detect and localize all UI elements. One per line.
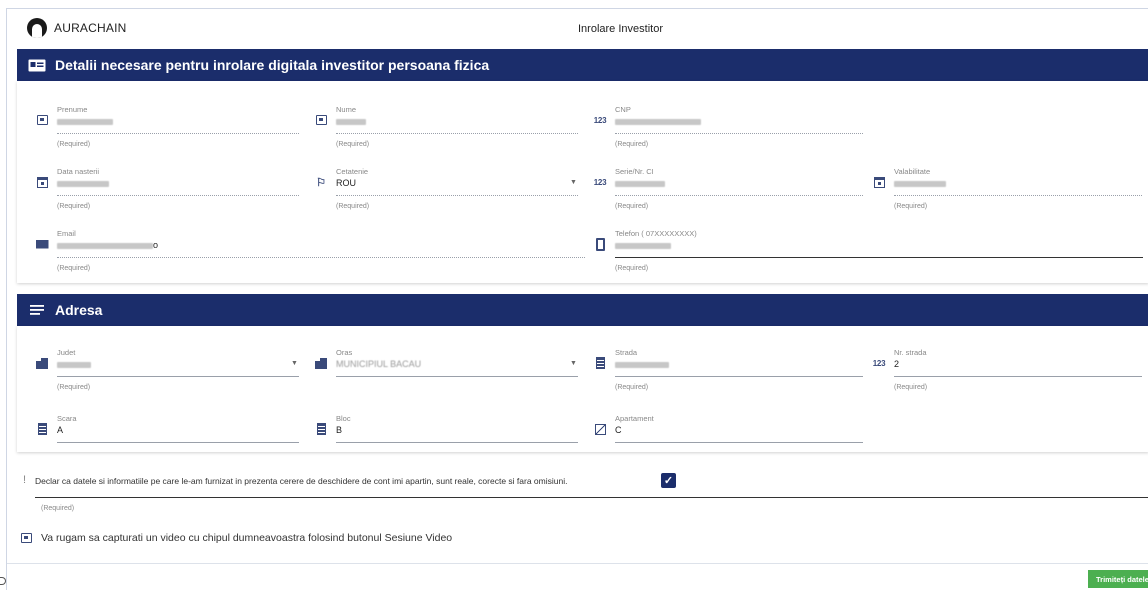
data-nasterii-input[interactable] bbox=[57, 178, 109, 188]
prenume-input[interactable] bbox=[57, 116, 113, 126]
field-label: Prenume bbox=[57, 105, 88, 114]
numeric-icon: 123 bbox=[872, 358, 886, 368]
section-title: Adresa bbox=[55, 302, 103, 318]
nume-input[interactable] bbox=[336, 116, 366, 126]
field-help: (Required) bbox=[336, 203, 370, 210]
field-help: (Required) bbox=[615, 384, 649, 391]
redacted-value bbox=[57, 242, 153, 249]
exclamation-icon: ! bbox=[23, 474, 27, 486]
apartament-input[interactable]: C bbox=[615, 425, 622, 435]
field-help: (Required) bbox=[615, 141, 649, 148]
address-header: Adresa bbox=[17, 294, 1148, 326]
declaration-checkbox[interactable]: ✓ bbox=[661, 473, 676, 488]
field-label: Bloc bbox=[336, 414, 351, 423]
apartment-icon bbox=[593, 422, 607, 436]
field-help: (Required) bbox=[894, 203, 928, 210]
field-help: (Required) bbox=[336, 141, 370, 148]
redacted-value bbox=[615, 118, 701, 125]
declaration-text: Declar ca datele si informatiile pe care… bbox=[35, 476, 568, 486]
field-label: CNP bbox=[615, 105, 631, 114]
redacted-value bbox=[894, 180, 946, 187]
oras-select[interactable]: MUNICIPIUL BACAU bbox=[336, 359, 421, 369]
address-card: Judet ▼ (Required) Oras MUNICIPIUL BACAU… bbox=[17, 326, 1148, 452]
contact-card-icon bbox=[314, 113, 328, 127]
redacted-value bbox=[57, 118, 113, 125]
serie-ci-input[interactable] bbox=[615, 178, 665, 188]
city-icon bbox=[35, 356, 49, 370]
id-card-icon bbox=[28, 58, 46, 72]
field-label: Judet bbox=[57, 348, 76, 357]
nr-strada-input[interactable]: 2 bbox=[894, 359, 899, 369]
page-title: Inrolare Investitor bbox=[578, 23, 663, 35]
flag-icon: ⚐ bbox=[316, 176, 326, 189]
personal-details-header: Detalii necesare pentru inrolare digital… bbox=[17, 49, 1148, 81]
email-input[interactable]: o bbox=[57, 240, 158, 250]
field-label: Telefon ( 07XXXXXXXX) bbox=[615, 229, 697, 238]
field-help: (Required) bbox=[615, 203, 649, 210]
building-icon bbox=[593, 356, 607, 370]
numeric-icon: 123 bbox=[593, 115, 607, 125]
top-bar: AURACHAIN Inrolare Investitor bbox=[7, 9, 1148, 47]
menu-lines-icon bbox=[28, 303, 46, 317]
phone-icon bbox=[593, 237, 607, 251]
field-label: Oras bbox=[336, 348, 353, 357]
redacted-value bbox=[615, 242, 671, 249]
field-label: Valabilitate bbox=[894, 167, 931, 176]
building-icon bbox=[314, 422, 328, 436]
numeric-icon: 123 bbox=[593, 177, 607, 187]
redacted-value bbox=[615, 180, 665, 187]
cetatenie-select[interactable]: ROU bbox=[336, 178, 356, 188]
calendar-icon bbox=[35, 175, 49, 189]
judet-select[interactable] bbox=[57, 359, 91, 369]
declaration-underline bbox=[35, 497, 1148, 498]
redacted-value bbox=[615, 361, 669, 368]
email-suffix: o bbox=[153, 240, 159, 250]
field-label: Strada bbox=[615, 348, 638, 357]
field-help: (Required) bbox=[57, 203, 91, 210]
dropdown-arrow-icon[interactable]: ▼ bbox=[291, 360, 298, 367]
bloc-input[interactable]: B bbox=[336, 425, 342, 435]
city-icon bbox=[314, 356, 328, 370]
contact-card-icon bbox=[19, 531, 33, 545]
field-label: Apartament bbox=[615, 414, 654, 423]
scara-input[interactable]: A bbox=[57, 425, 63, 435]
field-help: (Required) bbox=[57, 265, 91, 272]
strada-input[interactable] bbox=[615, 359, 669, 369]
calendar-icon bbox=[872, 175, 886, 189]
valabilitate-input[interactable] bbox=[894, 178, 946, 188]
redacted-value bbox=[57, 361, 91, 368]
field-help: (Required) bbox=[615, 265, 649, 272]
submit-button[interactable]: Trimiteți datele bbox=[1088, 570, 1148, 588]
field-label: Email bbox=[57, 229, 76, 238]
field-label: Nume bbox=[336, 105, 357, 114]
field-label: Cetatenie bbox=[336, 167, 369, 176]
section-title: Detalii necesare pentru inrolare digital… bbox=[55, 57, 490, 73]
dropdown-arrow-icon[interactable]: ▼ bbox=[570, 179, 577, 186]
field-help: (Required) bbox=[894, 384, 928, 391]
field-help: (Required) bbox=[57, 384, 91, 391]
contact-card-icon bbox=[35, 113, 49, 127]
field-label: Data nasterii bbox=[57, 167, 100, 176]
video-note-text: Va rugam sa capturati un video cu chipul… bbox=[41, 532, 453, 544]
field-help: (Required) bbox=[57, 141, 91, 148]
field-label: Nr. strada bbox=[894, 348, 927, 357]
building-icon bbox=[35, 422, 49, 436]
cnp-input[interactable] bbox=[615, 116, 701, 126]
dropdown-arrow-icon[interactable]: ▼ bbox=[570, 360, 577, 367]
declaration-help: (Required) bbox=[41, 505, 75, 512]
telefon-input[interactable] bbox=[615, 240, 671, 250]
app-frame: AURACHAIN Inrolare Investitor Detalii ne… bbox=[6, 8, 1148, 590]
footer-divider bbox=[7, 563, 1148, 564]
redacted-value bbox=[57, 180, 109, 187]
video-note: Va rugam sa capturati un video cu chipul… bbox=[19, 531, 452, 545]
field-label: Scara bbox=[57, 414, 77, 423]
page-title-wrap: Inrolare Investitor bbox=[7, 23, 1148, 35]
personal-details-card: Prenume (Required) Nume (Required) 123 C… bbox=[17, 81, 1148, 283]
email-icon bbox=[35, 237, 49, 251]
redacted-value bbox=[336, 118, 366, 125]
field-label: Serie/Nr. CI bbox=[615, 167, 654, 176]
